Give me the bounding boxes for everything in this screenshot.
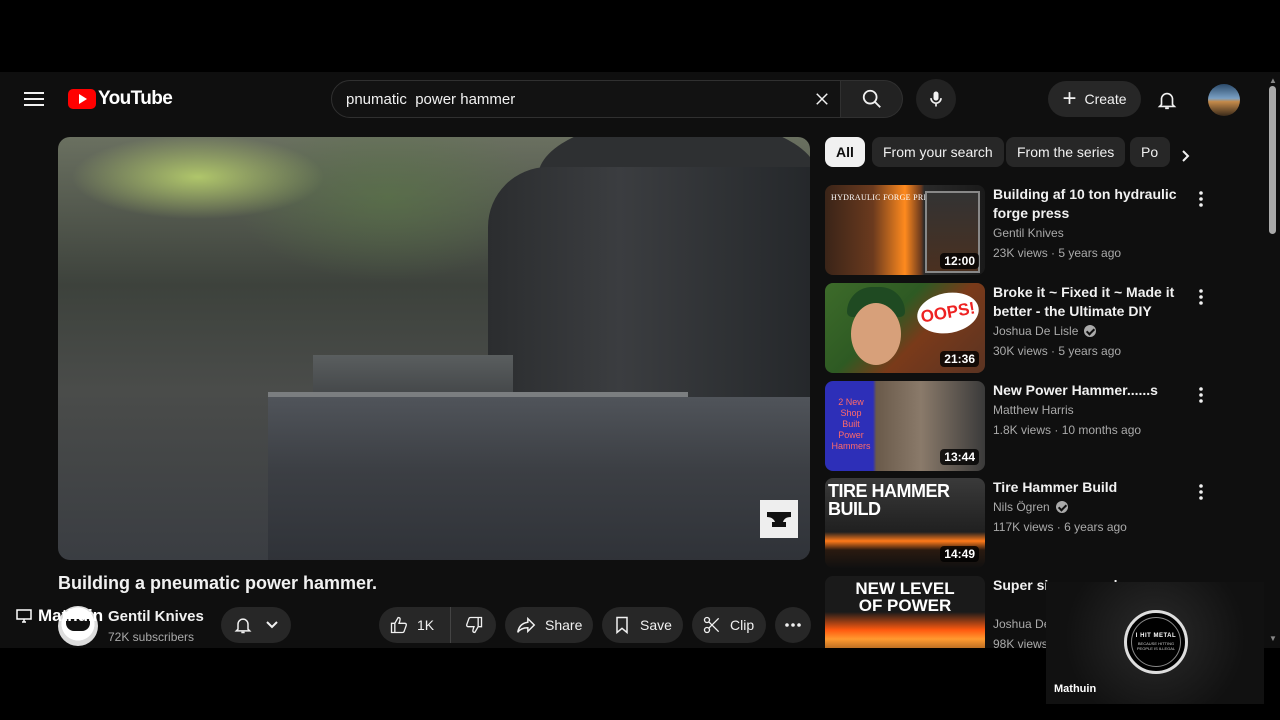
bookmark-icon	[616, 616, 628, 635]
more-vertical-icon	[1199, 484, 1203, 500]
related-menu-button[interactable]	[1191, 187, 1211, 211]
youtube-watch-page: YouTube + Create Building a pneumatic po…	[0, 72, 1280, 648]
hamburger-icon	[24, 92, 44, 94]
search-button[interactable]	[841, 80, 903, 118]
related-menu-button[interactable]	[1191, 480, 1211, 504]
more-vertical-icon	[1199, 387, 1203, 403]
like-dislike-group: 1K	[379, 607, 496, 643]
scissors-icon	[703, 616, 720, 634]
chip-from-your-search[interactable]: From your search	[872, 137, 1004, 167]
more-vertical-icon	[1199, 191, 1203, 207]
verified-icon	[1055, 501, 1068, 513]
chip-partial[interactable]: Po	[1130, 137, 1170, 167]
related-meta: 1.8K views · 10 months ago	[993, 423, 1142, 437]
mini-player-label: Mathuin	[16, 606, 103, 626]
related-title[interactable]: Building af 10 ton hydraulic forge press	[993, 185, 1189, 223]
chevron-down-icon	[266, 621, 278, 629]
overlay-username: Mathuin	[1054, 683, 1097, 695]
related-title[interactable]: Broke it ~ Fixed it ~ Made it better - t…	[993, 283, 1189, 321]
related-meta: 98K views	[993, 637, 1048, 648]
logo-text: YouTube	[98, 88, 173, 109]
like-button[interactable]: 1K	[379, 607, 451, 643]
bell-icon	[234, 618, 252, 634]
i-hit-metal-logo: I HIT METAL BECAUSE HITTING PEOPLE IS IL…	[1124, 610, 1188, 674]
chevron-right-icon	[1182, 150, 1190, 162]
thumbs-up-icon	[390, 616, 407, 634]
chips-next-button[interactable]	[1172, 142, 1200, 170]
more-actions-button[interactable]	[775, 607, 811, 643]
video-player[interactable]	[58, 137, 810, 560]
related-channel[interactable]: Gentil Knives	[993, 226, 1064, 240]
related-video-3[interactable]: 2 New Shop Built Power Hammers 13:44 New…	[825, 381, 1215, 473]
duration-badge: 14:49	[940, 546, 979, 562]
clear-search-button[interactable]	[804, 81, 840, 117]
channel-name[interactable]: Gentil Knives	[108, 608, 204, 625]
video-thumbnail[interactable]: NEW LEVEL OF POWER	[825, 576, 985, 648]
microphone-icon	[930, 91, 942, 107]
anvil-icon	[767, 512, 791, 527]
create-label: Create	[1084, 91, 1127, 107]
subscriber-count: 72K subscribers	[108, 630, 195, 644]
related-meta: 23K views · 5 years ago	[993, 246, 1122, 260]
scroll-up-arrow[interactable]: ▲	[1268, 76, 1278, 86]
share-arrow-icon	[517, 616, 536, 634]
chip-from-the-series[interactable]: From the series	[1006, 137, 1126, 167]
search-input[interactable]	[332, 90, 804, 108]
save-label: Save	[640, 617, 672, 633]
video-title: Building a pneumatic power hammer.	[58, 573, 378, 593]
duration-badge: 12:00	[940, 253, 979, 269]
clip-button[interactable]: Clip	[692, 607, 766, 643]
related-channel[interactable]: Nils Ögren	[993, 500, 1068, 514]
related-menu-button[interactable]	[1191, 383, 1211, 407]
subscribed-notification-button[interactable]	[221, 607, 291, 643]
close-icon	[816, 93, 828, 105]
notifications-button[interactable]	[1152, 85, 1182, 115]
more-vertical-icon	[1199, 289, 1203, 305]
bell-icon	[1157, 92, 1177, 110]
scrollbar-thumb[interactable]	[1269, 86, 1276, 234]
related-channel[interactable]: Joshua De Lisle	[993, 324, 1097, 338]
menu-button[interactable]	[22, 88, 46, 112]
share-button[interactable]: Share	[505, 607, 593, 643]
like-count: 1K	[417, 617, 435, 633]
related-channel[interactable]: Matthew Harris	[993, 403, 1074, 417]
related-video-4[interactable]: TIRE HAMMER BUILD 14:49 Tire Hammer Buil…	[825, 478, 1215, 570]
related-video-1[interactable]: HYDRAULIC FORGE PRESS 12:00 Building af …	[825, 185, 1215, 277]
video-thumbnail[interactable]: TIRE HAMMER BUILD 14:49	[825, 478, 985, 568]
mini-player-name: Mathuin	[38, 606, 104, 625]
dislike-button[interactable]	[451, 607, 496, 643]
save-button[interactable]: Save	[602, 607, 683, 643]
clip-label: Clip	[730, 617, 755, 633]
video-thumbnail[interactable]: OOPS! 21:36	[825, 283, 985, 373]
scroll-down-arrow[interactable]: ▼	[1268, 634, 1278, 644]
screen-icon	[16, 609, 32, 623]
related-meta: 117K views · 6 years ago	[993, 520, 1127, 534]
plus-icon: +	[1062, 85, 1077, 112]
account-avatar[interactable]	[1208, 84, 1240, 116]
youtube-play-icon	[68, 89, 96, 109]
duration-badge: 21:36	[940, 351, 979, 367]
verified-icon	[1084, 325, 1097, 337]
related-meta: 30K views · 5 years ago	[993, 344, 1122, 358]
search-icon	[862, 89, 881, 108]
chip-all[interactable]: All	[825, 137, 865, 167]
search-box	[331, 80, 841, 118]
stream-overlay: I HIT METAL BECAUSE HITTING PEOPLE IS IL…	[1046, 582, 1264, 704]
channel-watermark[interactable]	[760, 500, 798, 538]
related-title[interactable]: Tire Hammer Build	[993, 478, 1189, 497]
voice-search-button[interactable]	[916, 79, 956, 119]
related-menu-button[interactable]	[1191, 285, 1211, 309]
duration-badge: 13:44	[940, 449, 979, 465]
video-thumbnail[interactable]: 2 New Shop Built Power Hammers 13:44	[825, 381, 985, 471]
video-thumbnail[interactable]: HYDRAULIC FORGE PRESS 12:00	[825, 185, 985, 275]
thumbs-down-icon	[465, 616, 482, 634]
more-horizontal-icon	[785, 623, 801, 627]
create-button[interactable]: + Create	[1048, 81, 1141, 117]
related-title[interactable]: New Power Hammer......s	[993, 381, 1189, 400]
share-label: Share	[545, 617, 583, 633]
related-video-2[interactable]: OOPS! 21:36 Broke it ~ Fixed it ~ Made i…	[825, 283, 1215, 375]
youtube-logo[interactable]: YouTube	[68, 88, 173, 110]
